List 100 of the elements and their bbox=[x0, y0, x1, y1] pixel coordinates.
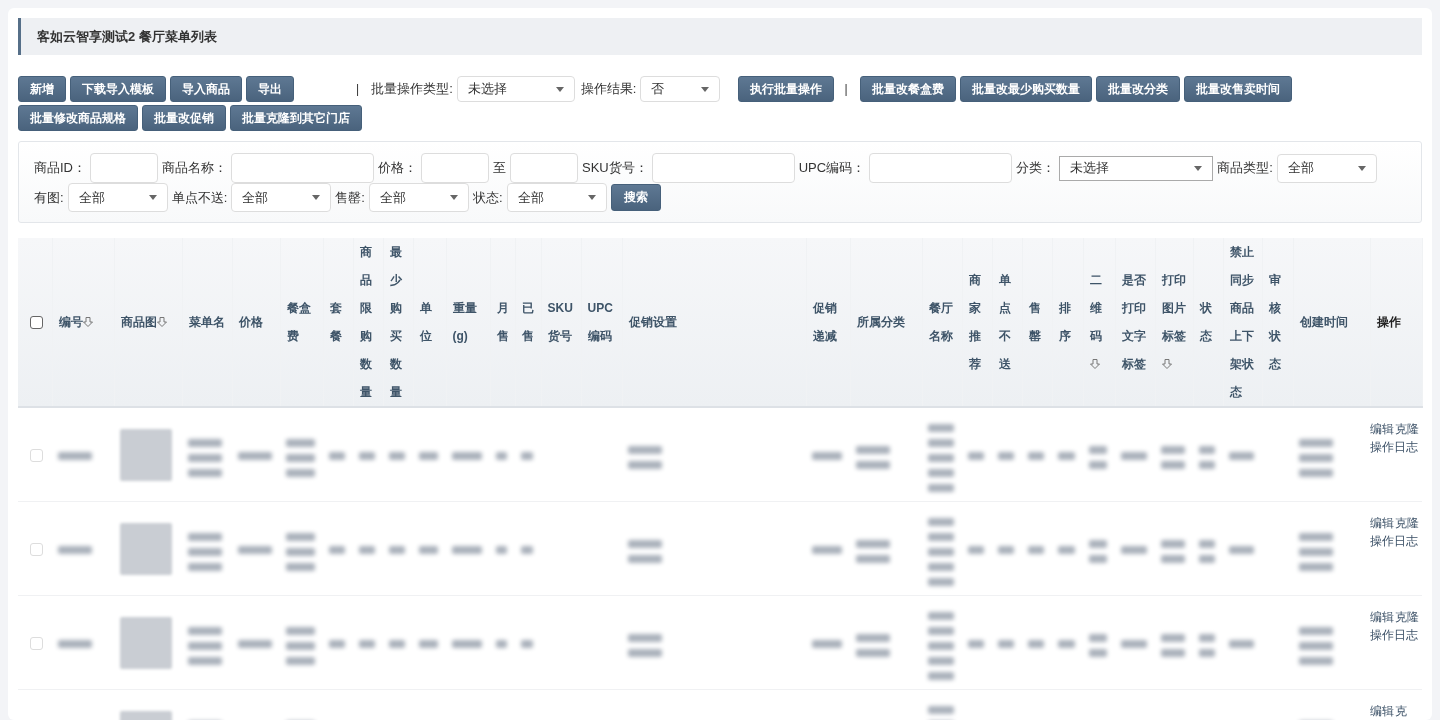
input-field[interactable] bbox=[231, 153, 374, 183]
search-button[interactable]: 搜索 bbox=[610, 184, 661, 211]
blurred-text bbox=[812, 451, 842, 460]
dropdown-select[interactable]: 全部 bbox=[67, 183, 168, 212]
dropdown-select[interactable]: 全部 bbox=[368, 183, 469, 212]
blurred-text bbox=[329, 545, 345, 554]
sort-icon[interactable] bbox=[82, 317, 93, 327]
column-header: 菜单名 bbox=[188, 314, 225, 331]
action-link[interactable]: 克隆 bbox=[1395, 608, 1419, 626]
blurred-text bbox=[1299, 532, 1333, 571]
column-header: 审核状态 bbox=[1268, 272, 1282, 373]
column-header: 是否打印文字标签 bbox=[1121, 272, 1147, 373]
toolbar-button[interactable]: 批量修改商品规格 bbox=[18, 105, 138, 131]
blurred-text bbox=[188, 532, 222, 571]
blurred-text bbox=[1299, 626, 1333, 665]
action-link[interactable]: 操作日志 bbox=[1370, 626, 1418, 644]
input-field[interactable] bbox=[421, 153, 489, 183]
blurred-text bbox=[419, 451, 438, 460]
column-header[interactable]: 二维码 bbox=[1089, 266, 1109, 350]
column-header: 售罄 bbox=[1028, 300, 1042, 345]
blurred-text bbox=[1199, 634, 1215, 657]
action-link[interactable]: 编辑 bbox=[1370, 702, 1394, 720]
select-all-checkbox[interactable] bbox=[30, 316, 43, 330]
filter-label: 分类： bbox=[1016, 159, 1056, 177]
blurred-text bbox=[389, 639, 405, 648]
blurred-text bbox=[928, 611, 954, 680]
toolbar-button[interactable]: 批量克隆到其它门店 bbox=[230, 105, 362, 131]
column-header: 促销设置 bbox=[628, 314, 677, 331]
dropdown-select[interactable]: 全部 bbox=[1276, 153, 1377, 183]
dropdown-select[interactable]: 否 bbox=[640, 76, 721, 102]
toolbar-button[interactable]: 批量改餐盒费 bbox=[859, 76, 956, 102]
blurred-text bbox=[968, 451, 984, 460]
toolbar-button[interactable]: 新增 bbox=[18, 76, 66, 102]
column-header: 状态 bbox=[1199, 300, 1213, 345]
caret-icon bbox=[587, 195, 596, 200]
action-link[interactable]: 编辑 bbox=[1370, 420, 1394, 438]
column-header: 所属分类 bbox=[856, 314, 905, 331]
toolbar-button[interactable]: 批量改促销 bbox=[142, 105, 226, 131]
blurred-text bbox=[58, 451, 92, 460]
caret-icon bbox=[449, 195, 458, 200]
action-link[interactable]: 操作日志 bbox=[1370, 532, 1418, 550]
toolbar-button[interactable]: 批量改最少购买数量 bbox=[959, 76, 1092, 102]
sort-icon[interactable] bbox=[1089, 359, 1100, 369]
blurred-text bbox=[856, 540, 890, 563]
column-header: 单位 bbox=[419, 300, 433, 345]
blurred-text bbox=[1161, 540, 1185, 563]
blurred-text bbox=[1121, 545, 1147, 554]
column-header: 禁止同步商品上下架状态 bbox=[1229, 244, 1255, 401]
action-link[interactable]: 克 bbox=[1395, 702, 1407, 720]
dropdown-select[interactable]: 全部 bbox=[506, 183, 607, 212]
row-checkbox[interactable] bbox=[30, 542, 43, 556]
blurred-text bbox=[286, 438, 315, 477]
blurred-text bbox=[928, 423, 954, 492]
column-header: 最少购买数量 bbox=[389, 244, 403, 401]
blurred-text bbox=[998, 545, 1014, 554]
blurred-text bbox=[188, 438, 222, 477]
row-checkbox[interactable] bbox=[30, 448, 43, 462]
column-header: UPC编码 bbox=[587, 300, 614, 345]
filter-label: 售罄: bbox=[335, 188, 365, 207]
input-field[interactable] bbox=[90, 153, 158, 183]
sort-icon[interactable] bbox=[1161, 359, 1172, 369]
blurred-text bbox=[238, 545, 272, 554]
dropdown-select[interactable]: 未选择 bbox=[456, 76, 575, 102]
column-header[interactable]: 编号 bbox=[58, 308, 83, 336]
input-field[interactable] bbox=[510, 153, 578, 183]
blurred-text bbox=[1121, 451, 1147, 460]
action-link[interactable]: 克隆 bbox=[1395, 420, 1419, 438]
input-field[interactable] bbox=[869, 153, 1013, 183]
toolbar-button[interactable]: 导入商品 bbox=[170, 76, 242, 102]
separator-text: | bbox=[844, 82, 848, 96]
blurred-text bbox=[812, 639, 842, 648]
action-link[interactable]: 编辑 bbox=[1370, 514, 1394, 532]
column-header[interactable]: 打印图片标签 bbox=[1161, 266, 1187, 350]
action-link[interactable]: 操作日志 bbox=[1370, 438, 1418, 456]
toolbar-button[interactable]: 导出 bbox=[246, 76, 294, 102]
filter-label: SKU货号： bbox=[582, 159, 648, 177]
blurred-text bbox=[452, 545, 482, 554]
blurred-text bbox=[389, 545, 405, 554]
column-header[interactable]: 商品图 bbox=[120, 308, 157, 336]
caret-icon bbox=[312, 195, 321, 200]
column-header: 操作 bbox=[1376, 314, 1401, 331]
column-header: 重量(g) bbox=[452, 300, 478, 345]
action-link[interactable]: 编辑 bbox=[1370, 608, 1394, 626]
blurred-text bbox=[452, 451, 482, 460]
dropdown-select[interactable]: 全部 bbox=[231, 183, 332, 212]
sort-icon[interactable] bbox=[156, 317, 167, 327]
toolbar-button[interactable]: 执行批量操作 bbox=[738, 76, 835, 102]
blurred-text bbox=[286, 626, 315, 665]
action-link[interactable]: 克隆 bbox=[1395, 514, 1419, 532]
blurred-text bbox=[628, 540, 662, 563]
dropdown-select[interactable]: 未选择 bbox=[1059, 155, 1214, 181]
blurred-text bbox=[856, 634, 890, 657]
input-field[interactable] bbox=[651, 153, 795, 183]
blurred-text bbox=[389, 451, 405, 460]
toolbar-button[interactable]: 批量改售卖时间 bbox=[1183, 76, 1292, 102]
row-checkbox[interactable] bbox=[30, 636, 43, 650]
toolbar-button[interactable]: 批量改分类 bbox=[1095, 76, 1180, 102]
blurred-text bbox=[968, 545, 984, 554]
toolbar-button[interactable]: 下载导入模板 bbox=[70, 76, 166, 102]
page-title: 客如云智享测试2 餐厅菜单列表 bbox=[37, 27, 217, 46]
